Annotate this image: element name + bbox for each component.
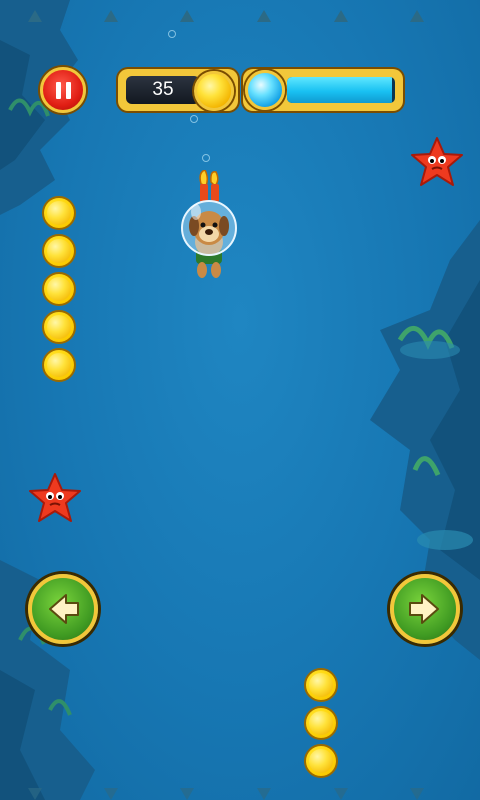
bubble-icon	[245, 70, 285, 110]
coin	[304, 706, 338, 740]
pause-icon	[65, 81, 71, 99]
arrow-right-icon	[409, 594, 439, 624]
coin-score: 35	[126, 76, 200, 104]
bubble	[168, 30, 176, 38]
spike-hazard	[257, 10, 271, 22]
move-right-button[interactable]	[390, 574, 460, 644]
spike-hazard	[410, 10, 424, 22]
spike-hazard	[257, 788, 271, 800]
spike-hazard	[104, 788, 118, 800]
spike-hazard	[104, 10, 118, 22]
arrow-left-icon	[49, 594, 79, 624]
pause-icon	[55, 81, 61, 99]
coin	[42, 196, 76, 230]
spike-hazard	[334, 788, 348, 800]
air-meter	[243, 69, 403, 111]
bubble	[202, 154, 210, 162]
coin	[42, 348, 76, 382]
coin	[304, 744, 338, 778]
move-left-button[interactable]	[28, 574, 98, 644]
air-bar-track	[287, 77, 395, 103]
starfish-enemy	[411, 137, 463, 186]
spike-hazard	[180, 10, 194, 22]
coin	[304, 668, 338, 702]
reef-left-top	[0, 0, 78, 215]
starfish-enemy	[29, 473, 81, 522]
spike-hazard	[410, 788, 424, 800]
spike-hazard	[28, 788, 42, 800]
coin-icon	[194, 71, 234, 111]
bubble	[190, 115, 198, 123]
spike-hazard	[334, 10, 348, 22]
coin	[42, 234, 76, 268]
player-dog-diver	[181, 170, 237, 278]
coin	[42, 310, 76, 344]
spike-hazard	[28, 10, 42, 22]
pause-button[interactable]	[40, 67, 86, 113]
spike-hazard	[180, 788, 194, 800]
score-panel: 35	[118, 69, 238, 111]
reef-left-bottom	[0, 560, 95, 800]
air-bar-fill	[287, 77, 392, 103]
game-scene	[0, 0, 480, 800]
coin	[42, 272, 76, 306]
